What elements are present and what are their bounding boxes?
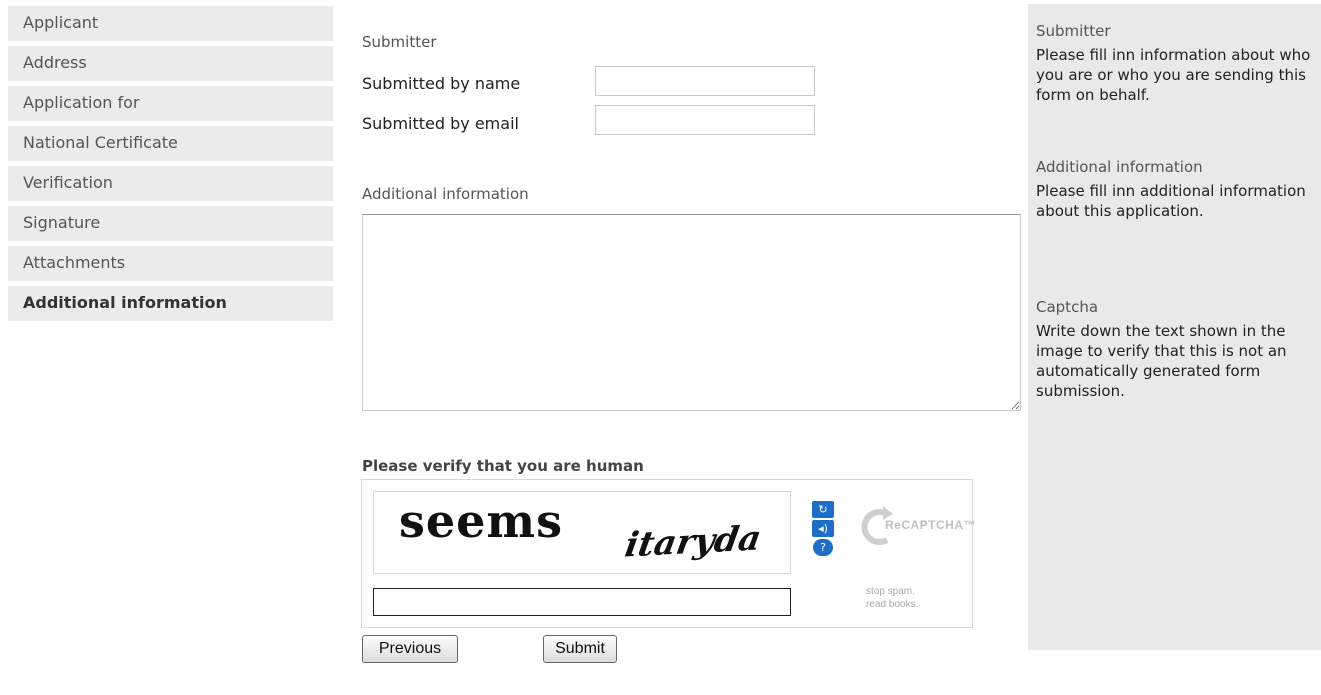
captcha-image: seems itaryda xyxy=(373,491,791,574)
nav-item-additional-information[interactable]: Additional information xyxy=(8,286,333,321)
additional-information-title: Additional information xyxy=(362,185,529,203)
help-captcha-text: Write down the text shown in the image t… xyxy=(1036,322,1287,400)
nav-item-label: Application for xyxy=(23,93,140,112)
submit-button[interactable]: Submit xyxy=(543,635,617,663)
captcha-word-1: seems xyxy=(399,494,564,548)
submitter-section-title: Submitter xyxy=(362,33,437,51)
nav-item-label: Signature xyxy=(23,213,101,232)
submitted-by-email-input[interactable] xyxy=(595,105,815,135)
submitted-by-email-label: Submitted by email xyxy=(362,114,519,133)
nav-item-label: Applicant xyxy=(23,13,99,32)
additional-information-textarea[interactable] xyxy=(362,214,1021,411)
nav-item-application-for[interactable]: Application for xyxy=(8,86,333,121)
previous-button[interactable]: Previous xyxy=(362,635,458,663)
recaptcha-logo: ReCAPTCHA™ xyxy=(857,502,976,552)
verify-human-title: Please verify that you are human xyxy=(362,457,644,475)
submitted-by-name-label: Submitted by name xyxy=(362,74,521,93)
help-submitter-text: Please fill inn information about who yo… xyxy=(1036,46,1311,104)
help-captcha-title: Captcha xyxy=(1036,298,1099,316)
captcha-response-input[interactable] xyxy=(373,588,791,616)
nav-item-label: Verification xyxy=(23,173,113,192)
nav-item-label: Additional information xyxy=(23,293,227,312)
nav-item-signature[interactable]: Signature xyxy=(8,206,333,241)
nav-item-attachments[interactable]: Attachments xyxy=(8,246,333,281)
recaptcha-widget: seems itaryda ↻ ◂) ? ReCAPTCHA™ stop spa… xyxy=(361,479,976,628)
captcha-word-2: itaryda xyxy=(622,518,764,566)
nav-item-verification[interactable]: Verification xyxy=(8,166,333,201)
audio-icon[interactable]: ◂) xyxy=(812,520,834,537)
help-panel: Submitter Please fill inn information ab… xyxy=(1028,4,1321,650)
recaptcha-logo-text: ReCAPTCHA™ xyxy=(885,518,977,532)
help-icon[interactable]: ? xyxy=(813,539,833,556)
nav-item-address[interactable]: Address xyxy=(8,46,333,81)
nav-item-label: Attachments xyxy=(23,253,126,272)
help-submitter-title: Submitter xyxy=(1036,22,1111,40)
nav-item-label: National Certificate xyxy=(23,133,178,152)
recaptcha-tagline-1: stop spam. xyxy=(866,586,915,597)
nav-item-national-certificate[interactable]: National Certificate xyxy=(8,126,333,161)
help-additional-title: Additional information xyxy=(1036,158,1203,176)
submitted-by-name-input[interactable] xyxy=(595,66,815,96)
nav-item-applicant[interactable]: Applicant xyxy=(8,6,333,41)
refresh-icon[interactable]: ↻ xyxy=(812,501,834,518)
step-navigation: Applicant Address Application for Nation… xyxy=(8,6,333,326)
help-additional-text: Please fill inn additional information a… xyxy=(1036,182,1306,220)
recaptcha-tagline-2: read books. xyxy=(866,599,919,610)
nav-item-label: Address xyxy=(23,53,87,72)
